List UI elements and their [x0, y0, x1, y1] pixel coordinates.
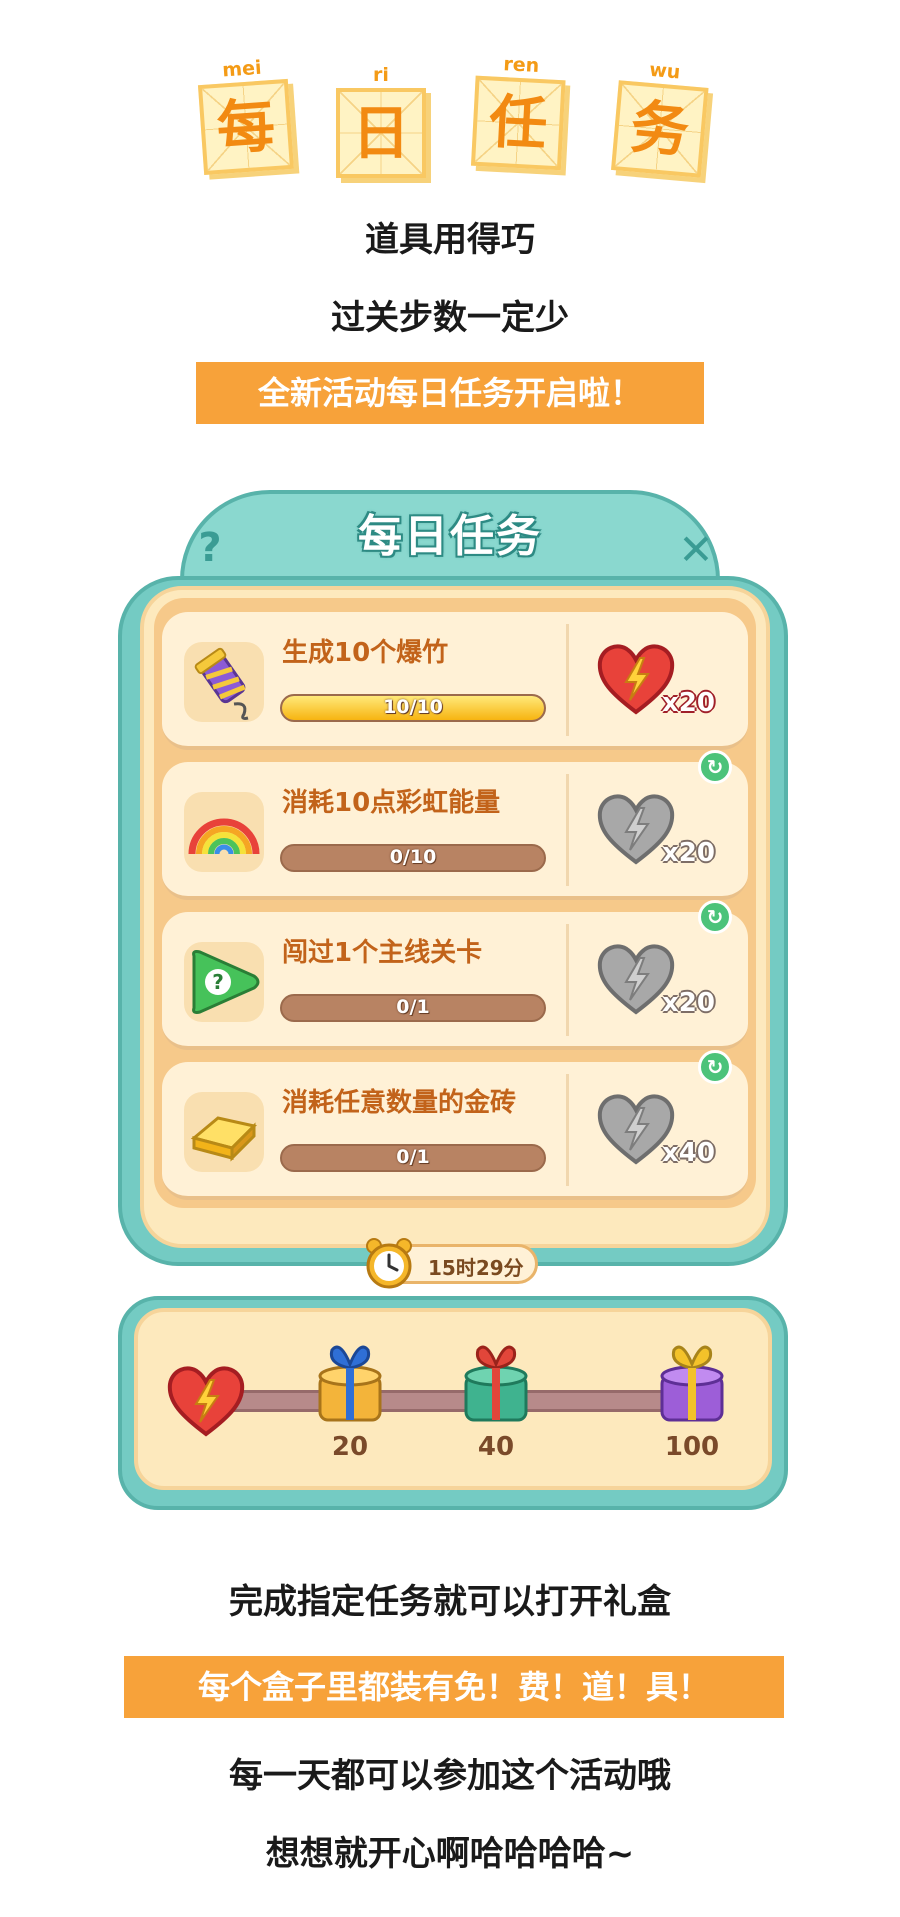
reward-count: x20: [662, 988, 715, 1018]
gold-bar-icon: [190, 1116, 257, 1162]
footer-line-1: 完成指定任务就可以打开礼盒: [229, 1582, 671, 1622]
task-label: 闯过1个主线关卡: [282, 938, 483, 968]
launch-banner: 全新活动每日任务开启啦！: [196, 362, 704, 424]
intro-line-2: 过关步数一定少: [331, 298, 569, 338]
help-button[interactable]: ?: [190, 524, 230, 572]
refresh-icon[interactable]: ↻: [698, 750, 732, 784]
task-progress-text: 10/10: [383, 696, 443, 718]
alarm-clock-icon: [366, 1238, 412, 1289]
green-candy-icon: ?: [192, 950, 260, 1014]
task-progress-text: 0/10: [389, 846, 437, 868]
refresh-icon[interactable]: ↻: [698, 1050, 732, 1084]
milestone-value: 40: [477, 1432, 515, 1462]
svg-text:?: ?: [212, 970, 224, 994]
close-button[interactable]: ✕: [674, 526, 718, 574]
footer-line-2: 每一天都可以参加这个活动哦: [229, 1756, 671, 1796]
gift-box-icon[interactable]: [456, 1336, 536, 1426]
task-row-firecracker[interactable]: 生成10个爆竹 10/10 x20: [162, 612, 748, 750]
free-items-banner: 每个盒子里都装有免！费！道！具！: [124, 1656, 784, 1718]
task-label: 消耗任意数量的金砖: [282, 1088, 517, 1118]
reward-count: x20: [662, 688, 715, 718]
panel-title: 每日任务: [358, 511, 542, 562]
tile-pinyin: ri: [373, 64, 389, 86]
title-tiles: mei 每 ri 日 ren 任 wu 务: [0, 50, 900, 180]
title-tile-ri: ri 日: [332, 64, 430, 178]
task-progress-text: 0/1: [396, 1146, 430, 1168]
task-label: 消耗10点彩虹能量: [282, 788, 501, 818]
task-progress-text: 0/1: [396, 996, 430, 1018]
rainbow-icon: [188, 818, 260, 855]
task-label: 生成10个爆竹: [282, 638, 449, 668]
tile-char: 日: [351, 99, 410, 167]
gift-box-icon[interactable]: [652, 1336, 732, 1426]
title-tile-wu: wu 务: [608, 59, 714, 178]
tile-char: 任: [487, 87, 550, 159]
tile-pinyin: ren: [502, 53, 540, 77]
tile-char: 每: [214, 91, 278, 163]
footer-line-3: 想想就开心啊哈哈哈哈~: [265, 1834, 635, 1874]
intro-line-1: 道具用得巧: [365, 220, 535, 260]
task-row-rainbow[interactable]: 消耗10点彩虹能量 0/10 x20 ↻: [162, 750, 748, 900]
milestone-value: 20: [331, 1432, 369, 1462]
task-row-gold[interactable]: 消耗任意数量的金砖 0/1 x40 ↻: [162, 1050, 748, 1200]
heart-energy-icon: [167, 1366, 245, 1437]
tile-char: 务: [627, 92, 692, 166]
milestone-value: 100: [664, 1432, 720, 1462]
reward-count: x40: [662, 1138, 715, 1168]
firecracker-icon: [194, 647, 249, 720]
countdown-timer: 15时29分: [428, 1256, 524, 1280]
title-tile-mei: mei 每: [193, 57, 298, 175]
refresh-icon[interactable]: ↻: [698, 900, 732, 934]
title-tile-ren: ren 任: [468, 53, 571, 171]
track-progress-bar: [200, 1390, 700, 1412]
reward-count: x20: [662, 838, 715, 868]
task-row-level[interactable]: ? 闯过1个主线关卡 0/1 x20 ↻: [162, 900, 748, 1050]
gift-box-icon[interactable]: [310, 1336, 390, 1426]
